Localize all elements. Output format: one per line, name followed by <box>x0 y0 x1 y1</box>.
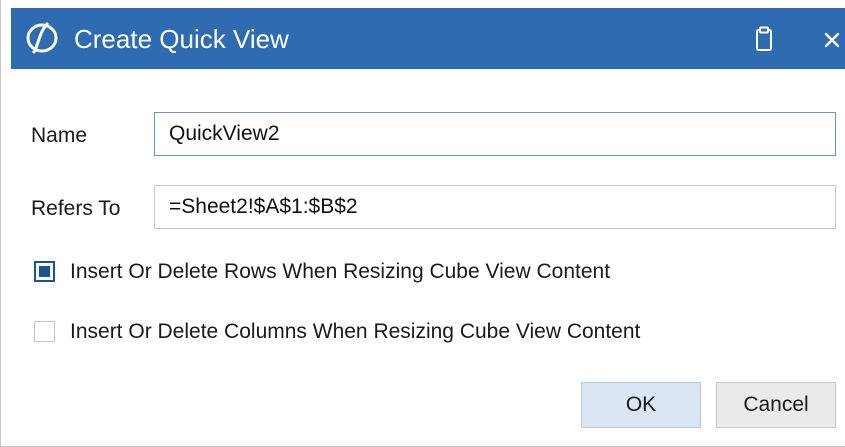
checkbox-fill <box>39 266 50 277</box>
cancel-button[interactable]: Cancel <box>716 382 836 428</box>
onestream-logo-icon <box>26 22 58 54</box>
dialog-title: Create Quick View <box>74 24 289 54</box>
insert-delete-columns-label: Insert Or Delete Columns When Resizing C… <box>70 320 641 343</box>
ok-button[interactable]: OK <box>581 382 701 428</box>
insert-delete-rows-label: Insert Or Delete Rows When Resizing Cube… <box>70 260 611 283</box>
close-icon[interactable] <box>817 24 845 54</box>
name-label: Name <box>31 124 88 147</box>
clipboard-icon[interactable] <box>749 24 779 54</box>
refers-to-label: Refers To <box>31 197 121 220</box>
refers-to-input[interactable] <box>154 185 836 229</box>
create-quick-view-dialog: Create Quick View Name Refers To Insert … <box>0 0 845 447</box>
insert-delete-rows-checkbox[interactable] <box>34 261 55 282</box>
insert-delete-columns-checkbox[interactable] <box>34 321 55 342</box>
title-bar: Create Quick View <box>11 8 845 69</box>
name-input[interactable] <box>154 112 836 156</box>
